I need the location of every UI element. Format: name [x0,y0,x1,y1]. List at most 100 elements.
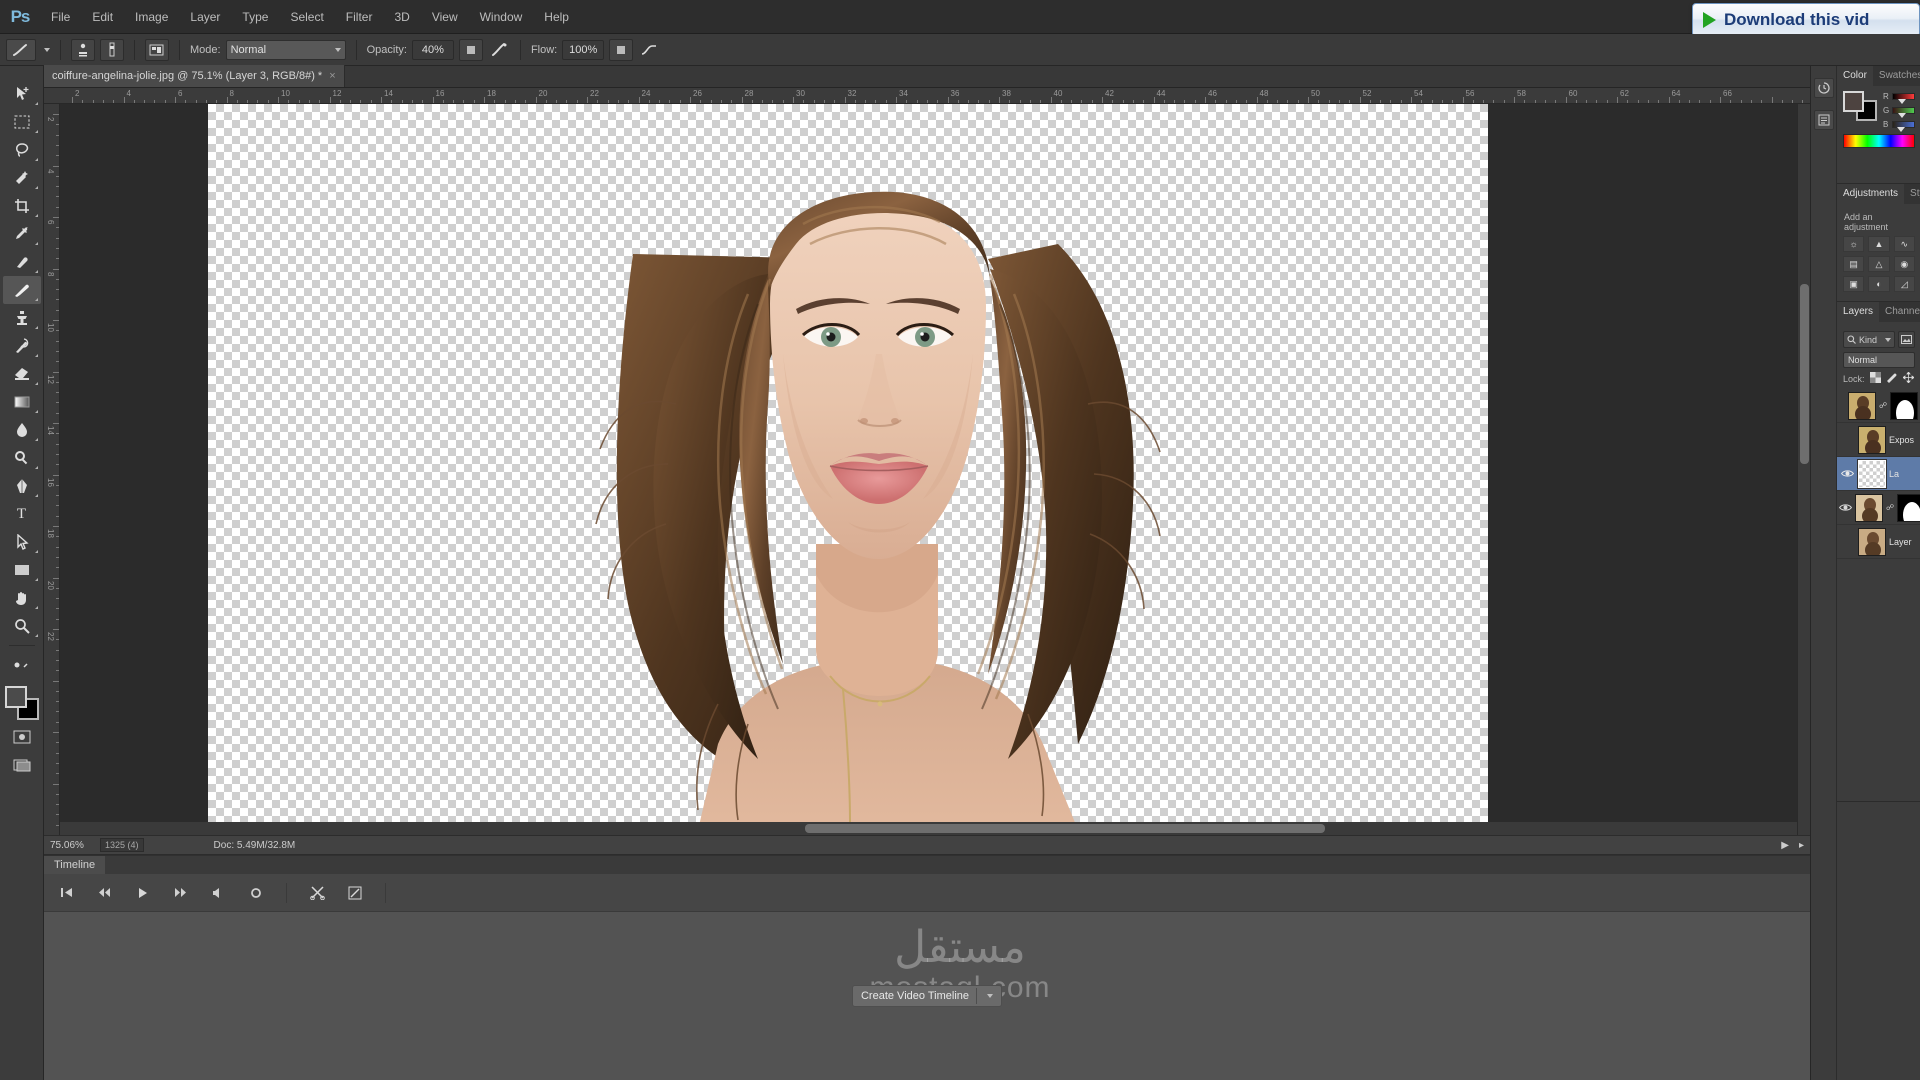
layer-name[interactable]: Expos [1889,435,1914,445]
brightness-contrast-icon[interactable]: ☼ [1843,236,1864,252]
clone-source-panel-button[interactable] [145,39,169,61]
hue-saturation-icon[interactable]: ◉ [1894,256,1915,272]
panel-foreground-color-swatch[interactable] [1843,91,1864,112]
create-video-timeline-button[interactable]: Create Video Timeline [852,985,1002,1007]
download-video-banner[interactable]: Download this vid [1692,3,1920,37]
brush-presets-panel-button[interactable] [100,39,124,61]
canvas-vertical-scrollbar[interactable] [1797,104,1810,835]
split-clip-button[interactable] [309,885,325,901]
tab-layers[interactable]: Layers [1837,302,1879,322]
table-row[interactable]: Expos [1837,423,1920,457]
menu-item-file[interactable]: File [40,0,81,34]
layer-visibility-toggle[interactable] [1839,493,1852,523]
brush-tool[interactable] [3,276,41,304]
color-spectrum-ramp[interactable] [1843,134,1915,148]
slider-b-track[interactable] [1892,121,1915,128]
lock-position-icon[interactable] [1903,372,1914,385]
layer-mask-thumbnail[interactable] [1890,392,1918,420]
blend-mode-select[interactable]: Normal [226,40,346,60]
properties-panel-icon[interactable] [1814,110,1834,130]
layer-visibility-toggle[interactable] [1839,425,1855,455]
layer-thumbnail[interactable] [1858,528,1886,556]
status-play-icon[interactable]: ▶ [1781,840,1789,851]
layers-blend-mode-select[interactable]: Normal [1843,352,1915,368]
vibrance-icon[interactable]: △ [1868,256,1889,272]
layer-link-icon[interactable]: ☍ [1879,401,1887,410]
render-video-button[interactable] [347,885,363,901]
flow-input[interactable]: 100% [562,40,604,60]
opacity-pressure-button[interactable] [459,39,483,61]
slider-r-track[interactable] [1892,93,1915,100]
lock-image-pixels-icon[interactable] [1886,372,1898,385]
tab-color[interactable]: Color [1837,66,1873,86]
pen-tool[interactable] [3,472,41,500]
curves-icon[interactable]: ∿ [1894,236,1915,252]
black-white-icon[interactable]: ◐ [1868,276,1889,292]
photo-filter-icon[interactable]: ◿ [1894,276,1915,292]
scrollbar-thumb-vertical[interactable] [1800,284,1809,464]
brush-panel-toggle-button[interactable] [71,39,95,61]
tab-channels[interactable]: Channels [1879,302,1920,322]
layer-mask-thumbnail[interactable] [1897,494,1920,522]
go-to-first-frame-button[interactable] [58,885,74,901]
slider-g-track[interactable] [1892,107,1915,114]
menu-item-window[interactable]: Window [469,0,534,34]
foreground-color-swatch[interactable] [5,686,27,708]
brush-preset-picker[interactable] [6,39,36,61]
move-tool[interactable] [3,80,41,108]
canvas-area[interactable] [60,104,1810,835]
play-button[interactable] [134,885,150,901]
layer-link-icon[interactable]: ☍ [1886,503,1894,512]
menu-item-3d[interactable]: 3D [383,0,420,34]
clone-stamp-tool[interactable] [3,304,41,332]
horizontal-ruler[interactable]: 2468101214161820222426283032343638404244… [44,88,1810,104]
chevron-down-icon[interactable] [987,994,993,998]
slider-b[interactable]: B [1883,120,1915,129]
rectangle-tool[interactable] [3,556,41,584]
lasso-tool[interactable] [3,136,41,164]
slider-b-knob[interactable] [1897,127,1905,132]
table-row[interactable]: ☍ [1837,491,1920,525]
layer-visibility-toggle[interactable] [1839,527,1855,557]
slider-g-knob[interactable] [1898,113,1906,118]
quick-selection-tool[interactable] [3,164,41,192]
layer-filter-kind-select[interactable]: Kind [1843,331,1895,348]
layer-filter-image-button[interactable] [1898,331,1915,348]
hand-tool[interactable] [3,584,41,612]
history-panel-icon[interactable] [1814,78,1834,98]
tab-swatches[interactable]: Swatches [1873,66,1920,86]
dodge-tool[interactable] [3,444,41,472]
vertical-ruler[interactable]: 246810121416182022 [44,104,60,835]
layer-name[interactable]: La [1889,469,1899,479]
levels-icon[interactable]: ▲ [1868,236,1889,252]
layer-thumbnail[interactable] [1848,392,1876,420]
tab-styles[interactable]: Styles [1904,184,1920,204]
menu-item-view[interactable]: View [421,0,469,34]
layer-thumbnail[interactable] [1858,426,1886,454]
opacity-input[interactable]: 40% [412,40,454,60]
menu-item-layer[interactable]: Layer [179,0,231,34]
layer-name[interactable]: Layer [1889,537,1912,547]
screen-mode-icon[interactable] [3,751,41,779]
table-row[interactable]: ☍ [1837,389,1920,423]
layer-thumbnail[interactable] [1858,460,1886,488]
slider-r[interactable]: R [1883,92,1915,101]
color-balance-icon[interactable]: ▣ [1843,276,1864,292]
previous-frame-button[interactable] [96,885,112,901]
zoom-level-input[interactable]: 75.06% [50,840,92,851]
horizontal-type-tool[interactable]: T [3,500,41,528]
rectangular-marquee-tool[interactable] [3,108,41,136]
eraser-tool[interactable] [3,360,41,388]
history-brush-tool[interactable] [3,332,41,360]
airbrush-icon[interactable] [488,39,510,61]
exposure-icon[interactable]: ▤ [1843,256,1864,272]
brush-preset-chevron-icon[interactable] [44,48,50,52]
menu-item-help[interactable]: Help [533,0,580,34]
status-chevron-icon[interactable]: ▸ [1799,840,1804,851]
tab-timeline[interactable]: Timeline [44,856,105,874]
next-frame-button[interactable] [172,885,188,901]
flow-pressure-button[interactable] [609,39,633,61]
crop-tool[interactable] [3,192,41,220]
record-keyframe-button[interactable] [248,885,264,901]
scrollbar-thumb[interactable] [805,824,1325,833]
